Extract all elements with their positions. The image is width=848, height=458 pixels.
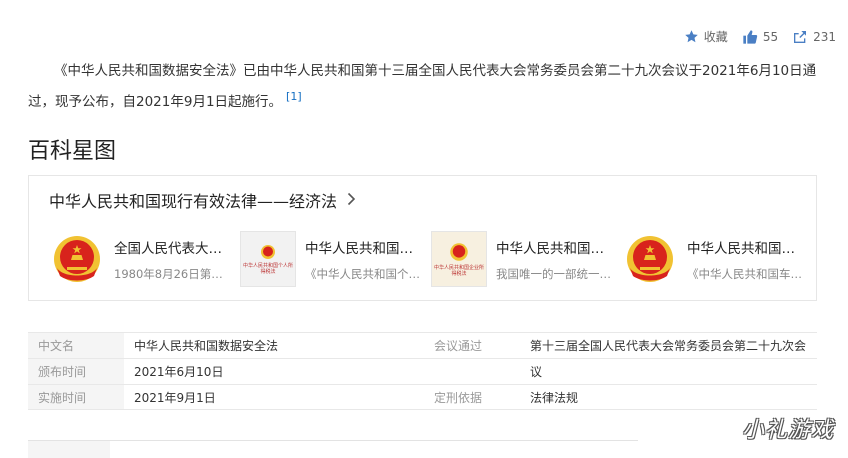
- info-key: 实施时间: [28, 385, 124, 409]
- reference-link[interactable]: [1]: [286, 90, 302, 103]
- table-fragment: [28, 441, 110, 458]
- law-document-thumbnail: 中华人民共和国个人所得税法: [240, 231, 296, 287]
- table-row: 颁布时间 2021年6月10日 议: [28, 358, 817, 384]
- star-map-item-subtitle: 1980年8月26日第五届全国人民代表: [114, 266, 229, 281]
- star-map-item-title: 中华人民共和国个人所得税法: [305, 240, 420, 257]
- law-document-thumbnail: 中华人民共和国企业所得税法: [431, 231, 487, 287]
- like-count: 55: [762, 29, 779, 44]
- info-value: 法律法规: [530, 390, 579, 405]
- star-map-item-subtitle: 《中华人民共和国个人所得税法》: [305, 266, 420, 281]
- collect-label: 收藏: [703, 30, 728, 44]
- star-icon: [684, 29, 699, 44]
- table-row: 实施时间 2021年9月1日 定刑依据 法律法规: [28, 384, 817, 410]
- info-key: 颁布时间: [28, 359, 124, 384]
- star-map-item[interactable]: 中华人民共和国车船税法 《中华人民共和国车船税法》: [622, 230, 813, 288]
- share-button[interactable]: 231: [792, 29, 836, 45]
- share-icon: [792, 29, 808, 45]
- section-title: 百科星图: [28, 139, 117, 164]
- article-actions: 收藏 55 231: [670, 28, 836, 45]
- thumbs-up-icon: [742, 29, 758, 45]
- star-map-header[interactable]: 中华人民共和国现行有效法律——经济法: [49, 188, 356, 212]
- document-caption: 中华人民共和国企业所得税法: [433, 264, 484, 277]
- national-emblem-icon: [622, 231, 678, 287]
- star-map-item[interactable]: 中华人民共和国企业所得税法 中华人民共和国企业所得税法 我国唯一的一部统一的企业…: [431, 230, 622, 288]
- intro-text: 《中华人民共和国数据安全法》已由中华人民共和国第十三届全国人民代表大会常务委员会…: [28, 63, 817, 110]
- divider: [28, 440, 638, 441]
- info-value: 中华人民共和国数据安全法: [134, 339, 279, 353]
- chevron-right-icon: [347, 191, 356, 210]
- info-key: [424, 359, 520, 384]
- info-value: 2021年6月10日: [134, 365, 224, 379]
- star-map-item-title: 全国人民代表大会常务委员会关于: [114, 240, 229, 257]
- info-value: 2021年9月1日: [134, 390, 216, 405]
- star-map-item-title: 中华人民共和国车船税法: [687, 240, 802, 257]
- national-emblem-icon: [49, 231, 105, 287]
- info-key: 中文名: [28, 333, 124, 358]
- star-map-item-subtitle: 我国唯一的一部统一的企业所得税法: [496, 266, 611, 281]
- star-map-item-subtitle: 《中华人民共和国车船税法》: [687, 266, 802, 281]
- star-map-item[interactable]: 中华人民共和国个人所得税法 中华人民共和国个人所得税法 《中华人民共和国个人所得…: [240, 230, 431, 288]
- share-count: 231: [813, 29, 836, 44]
- star-map-item-title: 中华人民共和国企业所得税法: [496, 240, 611, 257]
- star-map-card: 中华人民共和国现行有效法律——经济法 全国人民代表大会常务委员会关于 1980年…: [28, 175, 817, 301]
- collect-button[interactable]: 收藏: [684, 28, 728, 45]
- star-map-item[interactable]: 全国人民代表大会常务委员会关于 1980年8月26日第五届全国人民代表: [49, 230, 240, 288]
- info-key: 会议通过: [434, 339, 483, 353]
- basic-info-table: 中文名 中华人民共和国数据安全法 会议通过 第十三届全国人民代表大会常务委员会第…: [28, 332, 817, 410]
- watermark: 小礼游戏: [741, 418, 834, 443]
- info-key: 定刑依据: [434, 390, 483, 405]
- intro-paragraph: 《中华人民共和国数据安全法》已由中华人民共和国第十三届全国人民代表大会常务委员会…: [28, 58, 818, 115]
- info-value: 第十三届全国人民代表大会常务委员会第二十九次会: [530, 339, 807, 353]
- like-button[interactable]: 55: [742, 29, 778, 45]
- info-value: 议: [530, 365, 543, 379]
- table-row: 中文名 中华人民共和国数据安全法 会议通过 第十三届全国人民代表大会常务委员会第…: [28, 332, 817, 358]
- document-caption: 中华人民共和国个人所得税法: [242, 262, 293, 275]
- star-map-title: 中华人民共和国现行有效法律——经济法: [49, 192, 338, 211]
